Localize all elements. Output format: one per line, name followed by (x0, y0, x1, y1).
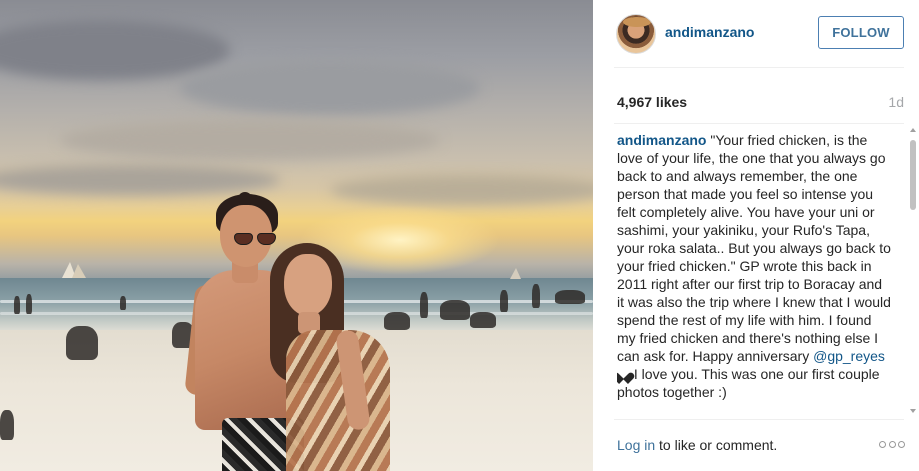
cloud (60, 120, 440, 160)
more-options-icon[interactable] (879, 441, 905, 449)
cloud (0, 165, 280, 195)
sailboat (72, 264, 86, 278)
avatar[interactable] (616, 14, 656, 54)
divider (614, 123, 904, 124)
caption-scrollbar[interactable] (910, 128, 917, 413)
man-hair-bun (238, 192, 252, 206)
beachgoer (384, 312, 410, 330)
sailboat (510, 268, 521, 279)
sunglasses (234, 233, 278, 245)
caption: andimanzano "Your fried chicken, is the … (617, 131, 891, 401)
scroll-down-arrow-icon[interactable] (910, 409, 916, 413)
post-photo[interactable] (0, 0, 593, 471)
dot (879, 441, 886, 448)
caption-text-end: I love you. This was one our first coupl… (617, 366, 880, 400)
cloud (180, 60, 480, 115)
cloud (0, 20, 230, 80)
beachgoer (0, 410, 14, 440)
dot (888, 441, 896, 448)
beachgoer (14, 296, 20, 314)
beachgoer (555, 290, 585, 304)
cloud (330, 175, 593, 205)
caption-username-link[interactable]: andimanzano (617, 132, 706, 148)
beachgoer (440, 300, 470, 320)
beachgoer (532, 284, 540, 308)
post-footer: Log in to like or comment. (593, 420, 919, 471)
scroll-thumb[interactable] (910, 140, 916, 210)
woman-face (284, 254, 332, 316)
scroll-up-arrow-icon[interactable] (910, 128, 916, 132)
beachgoer (470, 312, 496, 328)
post-side-panel: andimanzano FOLLOW 4,967 likes 1d andima… (593, 0, 919, 471)
heart-icon (617, 368, 630, 380)
timestamp[interactable]: 1d (888, 94, 904, 110)
caption-text: "Your fried chicken, is the love of your… (617, 132, 891, 364)
divider (614, 67, 904, 68)
login-prompt: Log in to like or comment. (617, 437, 777, 453)
login-prompt-text: to like or comment. (655, 437, 778, 453)
beachgoer (500, 290, 508, 312)
post-header: andimanzano FOLLOW (593, 0, 919, 66)
beachgoer (420, 292, 428, 318)
caption-container[interactable]: andimanzano "Your fried chicken, is the … (617, 131, 891, 412)
beachgoer (66, 326, 98, 360)
beachgoer (120, 296, 126, 310)
follow-button[interactable]: FOLLOW (818, 16, 904, 49)
dot (898, 441, 905, 448)
header-username-link[interactable]: andimanzano (665, 24, 754, 40)
likes-count[interactable]: 4,967 likes (617, 94, 687, 110)
login-link[interactable]: Log in (617, 437, 655, 453)
beachgoer (26, 294, 32, 314)
mention-link[interactable]: @gp_reyes (813, 348, 885, 364)
